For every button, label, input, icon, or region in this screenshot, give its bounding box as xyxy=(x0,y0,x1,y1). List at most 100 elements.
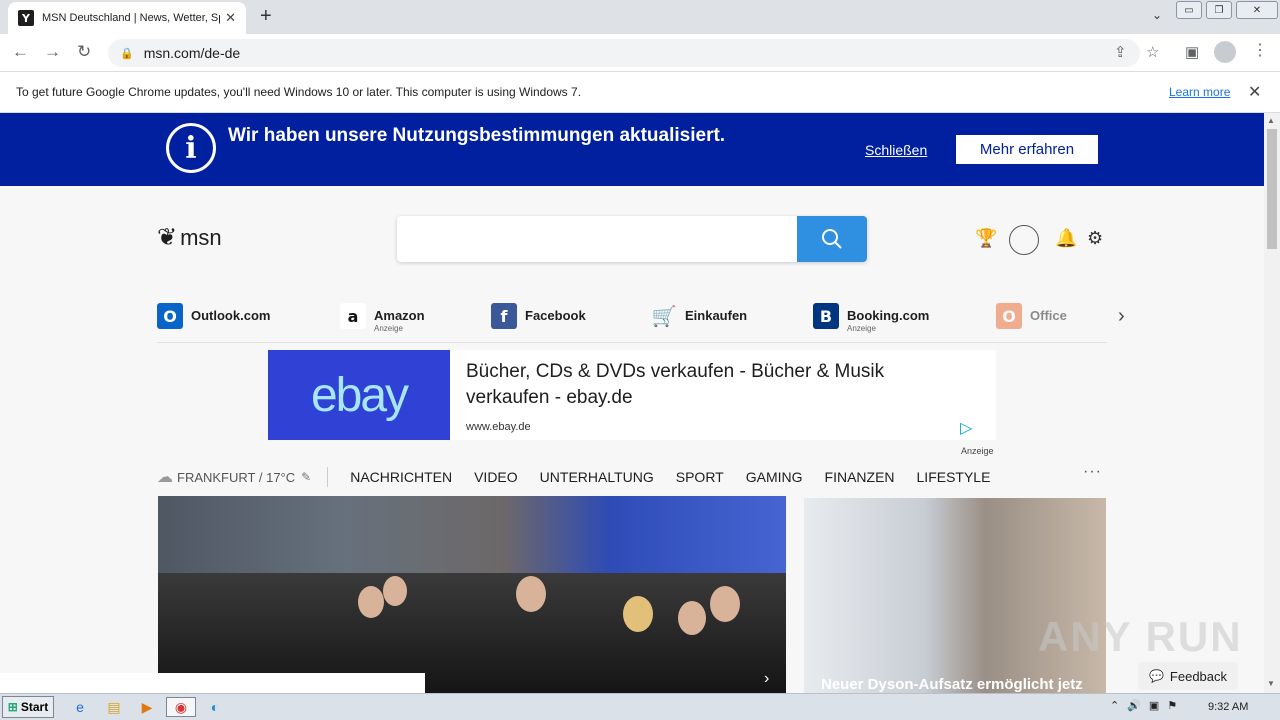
quicklinks-next-chevron-icon[interactable]: › xyxy=(1118,305,1125,328)
msn-butterfly-icon: ❦ xyxy=(157,224,178,251)
nav-unterhaltung[interactable]: UNTERHALTUNG xyxy=(540,469,654,485)
share-icon[interactable]: ⇪ xyxy=(1114,43,1127,61)
infobar-close-icon[interactable]: ✕ xyxy=(1248,82,1261,102)
feedback-button[interactable]: 💬 Feedback xyxy=(1138,662,1238,690)
system-tray: ⌃ 🔊 ▣ ⚑ xyxy=(1110,699,1177,712)
chrome-taskbar-icon[interactable]: ◉ xyxy=(166,697,196,717)
file-explorer-icon[interactable]: ▤ xyxy=(102,697,126,717)
ad-title[interactable]: Bücher, CDs & DVDs verkaufen - Bücher & … xyxy=(466,359,946,411)
reload-icon[interactable]: ↻ xyxy=(77,42,91,62)
scroll-up-icon[interactable]: ▲ xyxy=(1267,116,1275,125)
quicklink-office[interactable]: O Office xyxy=(996,303,1067,329)
learn-more-button[interactable]: Mehr erfahren xyxy=(956,135,1098,164)
minimize-button[interactable]: ▭ xyxy=(1176,1,1202,19)
quicklink-label: Office xyxy=(1030,308,1067,323)
menu-kebab-icon[interactable]: ⋮ xyxy=(1252,40,1268,60)
msn-logo[interactable]: ❦ msn xyxy=(157,223,222,252)
nav-finanzen[interactable]: FINANZEN xyxy=(825,469,895,485)
rewards-trophy-icon[interactable]: 🏆 xyxy=(975,228,997,249)
start-button[interactable]: ⊞ Start xyxy=(2,696,54,718)
bookmark-star-icon[interactable]: ☆ xyxy=(1146,43,1159,61)
side-panel-icon[interactable]: ▣ xyxy=(1185,43,1199,61)
search-icon xyxy=(822,229,842,249)
nav-video[interactable]: VIDEO xyxy=(474,469,518,485)
quicklink-label: Einkaufen xyxy=(685,308,748,323)
browser-toolbar: ← → ↻ 🔒 msn.com/de-de ⇪ ☆ ▣ ⋮ xyxy=(0,34,1280,72)
quicklink-label: Facebook xyxy=(525,308,586,323)
restore-button[interactable]: ❐ xyxy=(1206,1,1232,19)
tab-close-icon[interactable]: ✕ xyxy=(225,10,236,26)
scroll-down-icon[interactable]: ▼ xyxy=(1267,679,1275,688)
shopping-cart-icon: 🛒 xyxy=(651,304,677,328)
nav-more-icon[interactable]: ··· xyxy=(1083,463,1102,481)
quicklink-booking[interactable]: B Booking.com Anzeige xyxy=(813,303,929,333)
ebay-logo: ebay xyxy=(268,350,450,440)
side-card-headline[interactable]: Neuer Dyson-Aufsatz ermöglicht jetz xyxy=(821,676,1083,693)
profile-icon[interactable] xyxy=(1214,41,1236,63)
url-text[interactable]: msn.com/de-de xyxy=(144,45,240,61)
ad-tag: Anzeige xyxy=(374,324,403,333)
hero-next-chevron-icon[interactable]: › xyxy=(764,670,769,688)
settings-gear-icon[interactable]: ⚙ xyxy=(1087,228,1103,249)
browser-tab[interactable]: Y MSN Deutschland | News, Wetter, Sport … xyxy=(8,2,246,34)
nav-lifestyle[interactable]: LIFESTYLE xyxy=(917,469,991,485)
hero-image-detail xyxy=(383,576,407,606)
nav-gaming[interactable]: GAMING xyxy=(746,469,803,485)
ebay-ad[interactable]: ebay Bücher, CDs & DVDs verkaufen - Büch… xyxy=(268,350,996,440)
notifications-bell-icon[interactable]: 🔔 xyxy=(1055,228,1077,249)
terms-banner: i Wir haben unsere Nutzungsbestimmungen … xyxy=(0,113,1264,186)
lock-icon[interactable]: 🔒 xyxy=(120,47,134,60)
infobar-message: To get future Google Chrome updates, you… xyxy=(16,85,582,99)
amazon-icon: a xyxy=(340,303,366,329)
edit-pencil-icon[interactable]: ✎ xyxy=(301,470,311,484)
page-scrollbar[interactable]: ▲ ▼ xyxy=(1264,113,1280,693)
address-bar[interactable]: 🔒 msn.com/de-de xyxy=(108,39,1140,67)
learn-more-link[interactable]: Learn more xyxy=(1169,85,1230,99)
search-button[interactable] xyxy=(797,216,867,262)
media-player-icon[interactable]: ▶ xyxy=(135,697,159,717)
quick-links-bar: O Outlook.com a Amazon Anzeige f Faceboo… xyxy=(157,303,1107,343)
msn-favicon-icon: Y xyxy=(18,10,34,26)
scroll-thumb[interactable] xyxy=(1267,129,1277,249)
edge-icon[interactable]: ◐ xyxy=(203,697,227,717)
terms-headline: Wir haben unsere Nutzungsbestimmungen ak… xyxy=(228,125,726,146)
hero-news-card[interactable]: › xyxy=(158,496,786,693)
weather-text: FRANKFURT / 17°C xyxy=(177,469,296,485)
quicklink-outlook[interactable]: O Outlook.com xyxy=(157,303,270,329)
cloud-icon: ☁ xyxy=(157,469,173,486)
page-strip xyxy=(0,673,425,693)
action-center-flag-icon[interactable]: ⚑ xyxy=(1167,699,1177,712)
quicklink-facebook[interactable]: f Facebook xyxy=(491,303,586,329)
search-input[interactable] xyxy=(397,216,867,262)
hero-image-detail xyxy=(623,596,653,632)
back-arrow-icon[interactable]: ← xyxy=(12,42,29,62)
internet-explorer-icon[interactable]: e xyxy=(68,697,92,717)
volume-icon[interactable]: 🔊 xyxy=(1127,699,1141,712)
ad-tag: Anzeige xyxy=(847,324,876,333)
hero-image-detail xyxy=(678,601,706,635)
outlook-icon: O xyxy=(157,303,183,329)
sign-in-avatar-icon[interactable] xyxy=(1009,225,1039,255)
msn-wordmark: msn xyxy=(180,224,222,250)
window-close-button[interactable]: ✕ xyxy=(1236,1,1278,19)
forward-arrow-icon[interactable]: → xyxy=(44,42,61,62)
clock[interactable]: 9:32 AM xyxy=(1208,701,1248,713)
nav-nachrichten[interactable]: NACHRICHTEN xyxy=(350,469,452,485)
new-tab-button[interactable]: + xyxy=(260,5,272,28)
feedback-icon: 💬 xyxy=(1148,669,1164,683)
nav-sport[interactable]: SPORT xyxy=(676,469,724,485)
ad-url[interactable]: www.ebay.de xyxy=(466,421,531,433)
adchoices-icon[interactable]: ▷ xyxy=(960,418,972,438)
hero-image-detail xyxy=(516,576,546,612)
quicklink-einkaufen[interactable]: 🛒 Einkaufen xyxy=(651,303,748,329)
weather-widget[interactable]: ☁ FRANKFURT / 17°C ✎ xyxy=(157,467,329,487)
terms-close-link[interactable]: Schließen xyxy=(865,142,927,158)
taskbar: ⊞ Start e ▤ ▶ ◉ ◐ ⌃ 🔊 ▣ ⚑ 9:32 AM xyxy=(0,693,1280,720)
tray-expand-icon[interactable]: ⌃ xyxy=(1110,699,1119,712)
side-news-card[interactable]: Neuer Dyson-Aufsatz ermöglicht jetz xyxy=(804,498,1106,693)
quicklink-amazon[interactable]: a Amazon Anzeige xyxy=(340,303,425,333)
side-card-image xyxy=(804,498,1106,693)
network-icon[interactable]: ▣ xyxy=(1149,699,1159,712)
hero-image-detail xyxy=(358,586,384,618)
tab-search-chevron-icon[interactable]: ⌄ xyxy=(1152,8,1162,22)
